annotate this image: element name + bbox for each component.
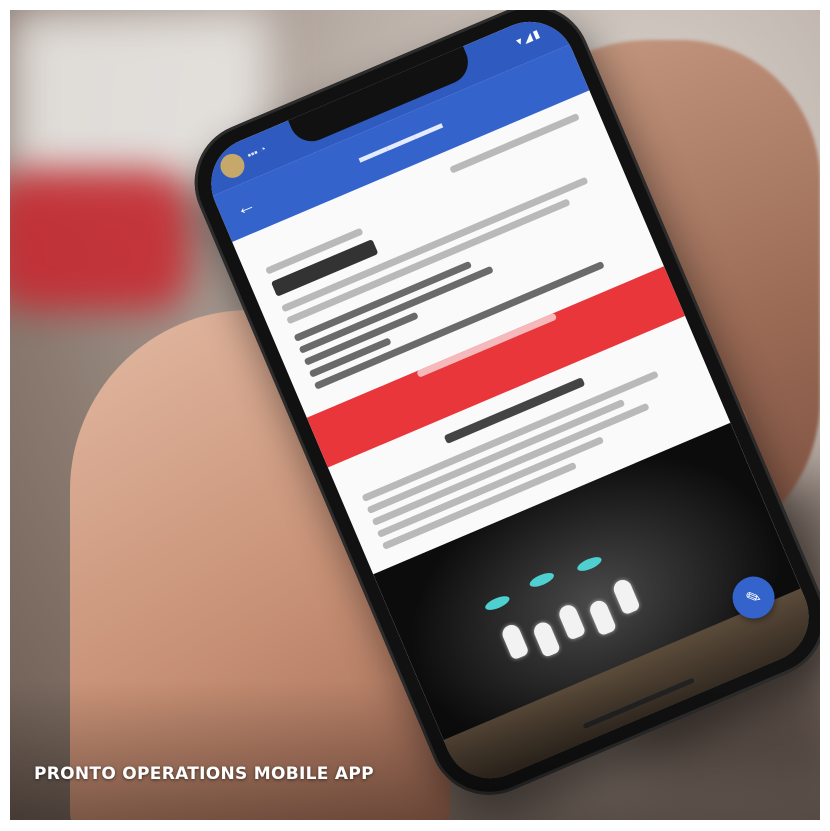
illegible-button-label: [416, 312, 558, 378]
caption-shade: [10, 680, 820, 820]
photo-stage: ▪▪▪ ◔ ▾◢▮ ← ▬▬▬▬▬▬ ✎ PRONTO OPERATIONS M…: [0, 0, 830, 831]
bowling-pin: [531, 619, 562, 659]
background-blur-red: [10, 170, 190, 310]
bowling-pin: [610, 577, 641, 616]
illegible-text: [298, 265, 494, 354]
pin-collar: [575, 554, 604, 574]
signal-battery-icon: ▾◢▮: [514, 27, 544, 49]
bowling-pin: [587, 598, 618, 637]
bowling-pin: [556, 602, 587, 641]
photo-caption: PRONTO OPERATIONS MOBILE APP: [34, 764, 374, 784]
bowling-pin: [499, 622, 530, 661]
status-indicators: ▪▪▪ ◔: [245, 143, 269, 162]
product-photo: ▪▪▪ ◔ ▾◢▮ ← ▬▬▬▬▬▬ ✎: [10, 10, 820, 820]
pin-collar: [483, 593, 512, 613]
avatar: [216, 150, 249, 182]
pin-collar: [527, 570, 556, 590]
